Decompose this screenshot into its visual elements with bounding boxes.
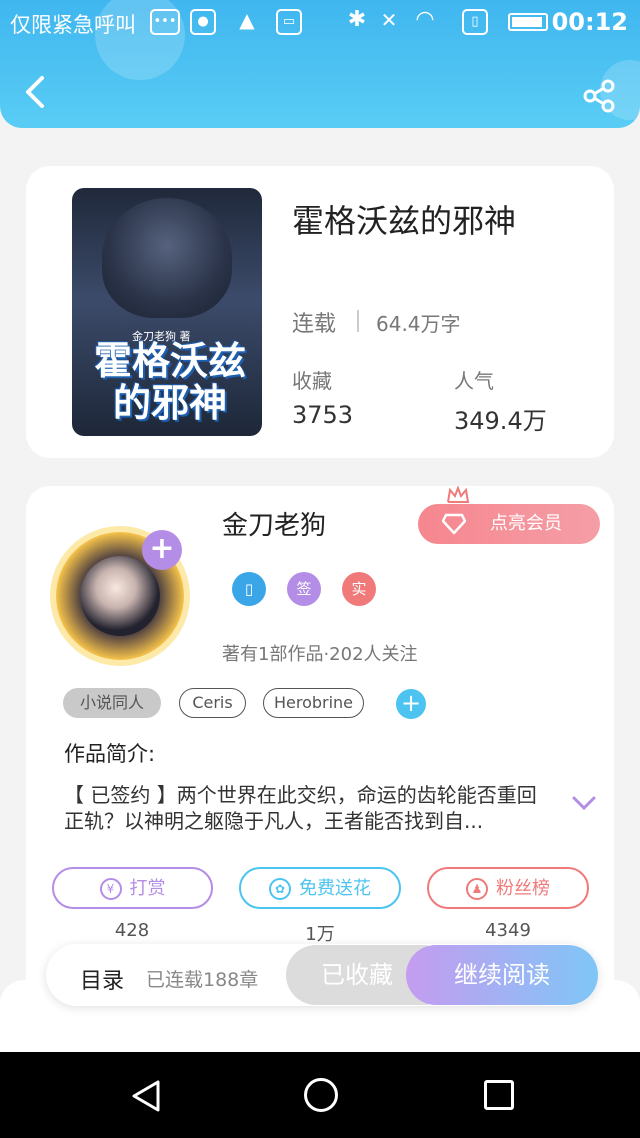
carrier-text: 仅限紧急呼叫	[10, 13, 136, 37]
intro-title: 作品简介:	[64, 742, 156, 766]
collect-value: 3753	[292, 401, 354, 429]
chevron-down-icon[interactable]	[570, 794, 598, 812]
nav-back-icon[interactable]	[128, 1078, 164, 1114]
word-count: 64.4万字	[376, 312, 461, 336]
image-icon: ▭	[276, 9, 302, 35]
verified-badge: 实	[342, 572, 376, 606]
yen-icon: ¥	[99, 878, 122, 900]
clock: 00:12	[551, 8, 628, 36]
mute-icon: ✕	[380, 8, 398, 32]
author-stats: 著有1部作品·202人关注	[222, 644, 418, 665]
sim-icon: ▯	[462, 9, 488, 35]
popularity-value: 349.4万	[454, 407, 547, 435]
book-status: 连载	[292, 312, 337, 337]
chat-icon: •••	[150, 9, 180, 35]
tip-button[interactable]: ¥ 打赏	[52, 867, 213, 909]
fan-count: 4349	[485, 920, 531, 941]
diamond-icon	[442, 513, 466, 535]
nav-recent-icon[interactable]	[484, 1080, 514, 1110]
flower-icon: ✿	[269, 878, 291, 900]
back-arrow-icon[interactable]	[20, 72, 60, 116]
header: 仅限紧急呼叫 ••• ● ▲ ▭ ✱ ✕ ◠ ▯ 00:12	[0, 0, 640, 128]
vip-button[interactable]: 点亮会员	[418, 504, 600, 544]
crown-icon	[447, 486, 470, 503]
tag-item[interactable]: Herobrine	[263, 688, 364, 718]
vip-button-label: 点亮会员	[490, 513, 562, 534]
add-tag-icon[interactable]: +	[396, 689, 426, 719]
wifi-icon: ◠	[415, 7, 435, 32]
fan-rank-button[interactable]: ♟ 粉丝榜	[427, 867, 589, 909]
nav-home-icon[interactable]	[304, 1078, 338, 1112]
send-flower-button[interactable]: ✿ 免费送花	[239, 867, 401, 909]
author-name[interactable]: 金刀老狗	[222, 505, 326, 542]
tip-count: 428	[114, 920, 150, 941]
signed-badge: 签	[287, 572, 321, 606]
collect-label: 收藏	[292, 369, 332, 393]
follow-plus-icon[interactable]: +	[142, 530, 182, 570]
battery-icon	[508, 13, 548, 31]
paw-icon: ●	[190, 9, 216, 35]
status-bar: 仅限紧急呼叫 ••• ● ▲ ▭ ✱ ✕ ◠ ▯ 00:12	[0, 0, 640, 44]
intro-text: 【 已签约 】两个世界在此交织，命运的齿轮能否重回正轨？以神明之躯隐于凡人，王者…	[64, 783, 537, 833]
popularity-label: 人气	[454, 369, 494, 393]
share-icon[interactable]	[582, 78, 618, 114]
person-icon: ♟	[466, 878, 488, 900]
warning-icon: ▲	[239, 8, 255, 32]
continue-reading-button[interactable]: 继续阅读	[406, 945, 598, 1005]
book-cover[interactable]: 金刀老狗 著 霍格沃兹的邪神	[72, 188, 262, 436]
tag-item[interactable]: 小说同人	[63, 688, 161, 718]
catalog-button[interactable]: 目录	[80, 963, 124, 995]
chapter-count: 已连载188章	[146, 969, 259, 991]
tag-item[interactable]: Ceris	[179, 688, 246, 718]
flower-count: 1万	[305, 924, 335, 945]
phone-badge-icon: ▯	[232, 572, 266, 606]
bluetooth-icon: ✱	[347, 7, 367, 32]
cover-title: 霍格沃兹的邪神	[93, 339, 246, 425]
book-title: 霍格沃兹的邪神	[292, 202, 517, 240]
divider	[357, 310, 359, 332]
